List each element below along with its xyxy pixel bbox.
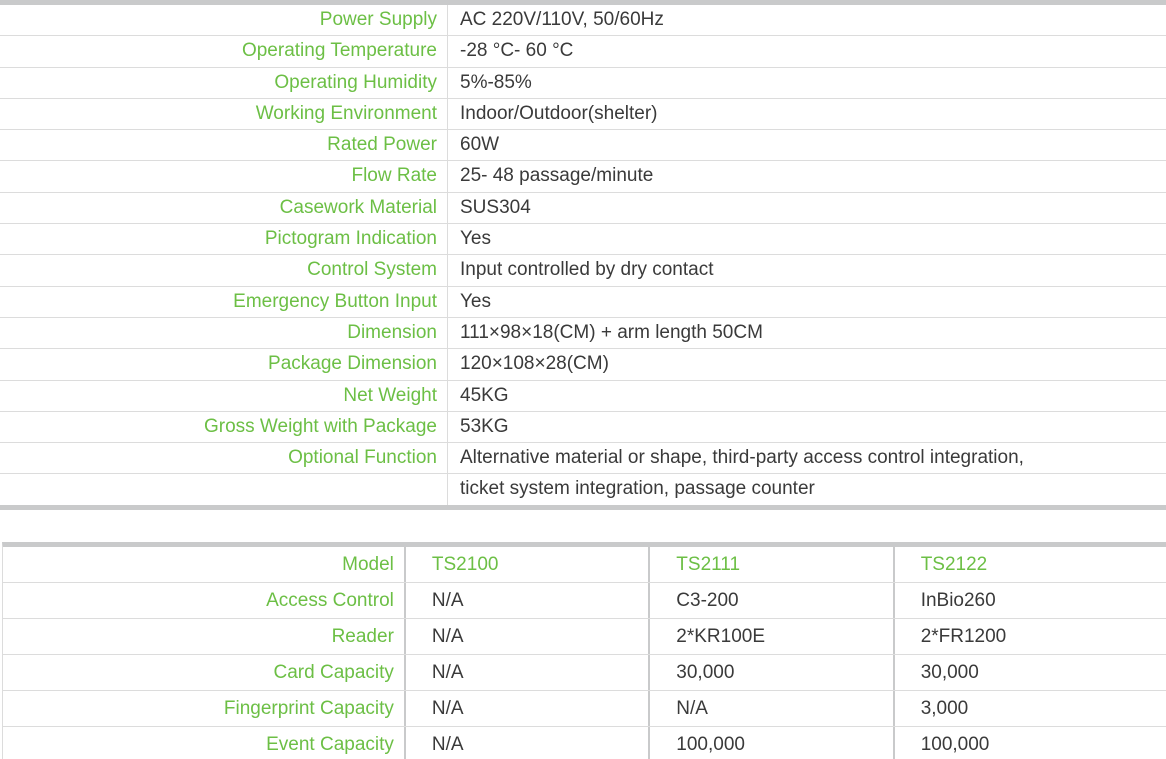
spec-value: SUS304 xyxy=(447,192,1166,224)
spec-value: 111×98×18(CM) + arm length 50CM xyxy=(447,317,1166,349)
spec-value: Yes xyxy=(447,286,1166,317)
spec-label: Pictogram Indication xyxy=(264,228,437,250)
spec-value: Indoor/Outdoor(shelter) xyxy=(447,98,1166,130)
specification-table: Power Supply AC 220V/110V, 50/60Hz Opera… xyxy=(0,0,1166,511)
spec-row: Gross Weight with Package 53KG xyxy=(0,411,1166,444)
spec-value: -28 °C- 60 °C xyxy=(447,36,1166,67)
model-name-cell: TS2122 xyxy=(892,547,1166,582)
spec-value: 60W xyxy=(447,130,1166,161)
model-label: Fingerprint Capacity xyxy=(223,698,394,719)
model-cell: 30,000 xyxy=(648,655,892,690)
spec-label: Rated Power xyxy=(327,134,437,156)
spec-label: Emergency Button Input xyxy=(233,290,437,312)
spec-value: Input controlled by dry contact xyxy=(447,255,1166,286)
model-comparison-table: Model TS2100 TS2111 TS2122 Access Contro… xyxy=(2,542,1166,759)
spec-row: ticket system integration, passage count… xyxy=(0,474,1166,511)
spec-value: 45KG xyxy=(447,380,1166,411)
model-label: Model xyxy=(342,554,394,575)
spec-label: Flow Rate xyxy=(351,165,437,187)
spec-label: Control System xyxy=(307,259,437,281)
spec-label xyxy=(0,474,447,505)
model-cell: N/A xyxy=(403,655,648,690)
model-cell: 30,000 xyxy=(892,655,1166,690)
model-row: Access Control N/A C3-200 InBio260 xyxy=(3,583,1166,619)
model-row: Fingerprint Capacity N/A N/A 3,000 xyxy=(3,691,1166,727)
spec-row: Optional Function Alternative material o… xyxy=(0,443,1166,475)
spec-row: Rated Power 60W xyxy=(0,130,1166,162)
model-label: Card Capacity xyxy=(273,662,394,683)
spec-label: Operating Temperature xyxy=(241,40,437,62)
spec-value: ticket system integration, passage count… xyxy=(447,474,1166,506)
spec-row: Operating Temperature -28 °C- 60 °C xyxy=(0,36,1166,68)
model-cell: 3,000 xyxy=(892,691,1166,726)
model-row: Event Capacity N/A 100,000 100,000 xyxy=(3,727,1166,759)
spec-label: Casework Material xyxy=(279,196,437,218)
spec-value: 120×108×28(CM) xyxy=(447,349,1166,380)
model-cell: 100,000 xyxy=(648,727,892,759)
model-cell: N/A xyxy=(403,727,648,759)
model-name-cell: TS2100 xyxy=(403,547,648,582)
model-cell: N/A xyxy=(648,691,892,726)
model-cell: 2*FR1200 xyxy=(892,619,1166,654)
model-row: Reader N/A 2*KR100E 2*FR1200 xyxy=(3,619,1166,655)
spec-label: Power Supply xyxy=(319,9,437,30)
spec-row: Casework Material SUS304 xyxy=(0,192,1166,225)
spec-row: Dimension 111×98×18(CM) + arm length 50C… xyxy=(0,317,1166,350)
model-label: Reader xyxy=(331,626,394,647)
spec-label: Net Weight xyxy=(343,384,437,406)
model-cell: 2*KR100E xyxy=(648,619,892,654)
spec-value: Yes xyxy=(447,224,1166,255)
spec-row: Operating Humidity 5%-85% xyxy=(0,67,1166,99)
spec-label: Optional Function xyxy=(288,447,437,469)
model-label: Access Control xyxy=(266,590,394,611)
spec-value: Alternative material or shape, third-par… xyxy=(447,443,1166,474)
model-cell: N/A xyxy=(403,583,648,618)
model-cell: 100,000 xyxy=(892,727,1166,759)
spec-row: Flow Rate 25- 48 passage/minute xyxy=(0,161,1166,193)
spec-row: Pictogram Indication Yes xyxy=(0,224,1166,256)
spec-value: 25- 48 passage/minute xyxy=(447,161,1166,192)
model-cell: N/A xyxy=(403,691,648,726)
spec-label: Dimension xyxy=(347,321,437,343)
spec-row: Working Environment Indoor/Outdoor(shelt… xyxy=(0,98,1166,131)
spec-value: 53KG xyxy=(447,411,1166,443)
spec-row: Package Dimension 120×108×28(CM) xyxy=(0,349,1166,381)
spec-row: Emergency Button Input Yes xyxy=(0,286,1166,318)
model-row: Card Capacity N/A 30,000 30,000 xyxy=(3,655,1166,691)
model-cell: N/A xyxy=(403,619,648,654)
spec-row: Control System Input controlled by dry c… xyxy=(0,255,1166,287)
spec-sheet-page: Power Supply AC 220V/110V, 50/60Hz Opera… xyxy=(0,0,1166,759)
model-label: Event Capacity xyxy=(266,734,394,755)
spec-row: Net Weight 45KG xyxy=(0,380,1166,412)
model-cell: C3-200 xyxy=(648,583,892,618)
spec-value: 5%-85% xyxy=(447,67,1166,98)
model-header-row: Model TS2100 TS2111 TS2122 xyxy=(3,547,1166,583)
spec-label: Gross Weight with Package xyxy=(203,415,437,437)
spec-row: Power Supply AC 220V/110V, 50/60Hz xyxy=(0,5,1166,37)
spec-label: Package Dimension xyxy=(268,353,437,375)
model-name-cell: TS2111 xyxy=(648,547,892,582)
spec-label: Operating Humidity xyxy=(274,71,437,93)
spec-label: Working Environment xyxy=(255,102,437,124)
spec-value: AC 220V/110V, 50/60Hz xyxy=(447,5,1166,36)
model-cell: InBio260 xyxy=(892,583,1166,618)
